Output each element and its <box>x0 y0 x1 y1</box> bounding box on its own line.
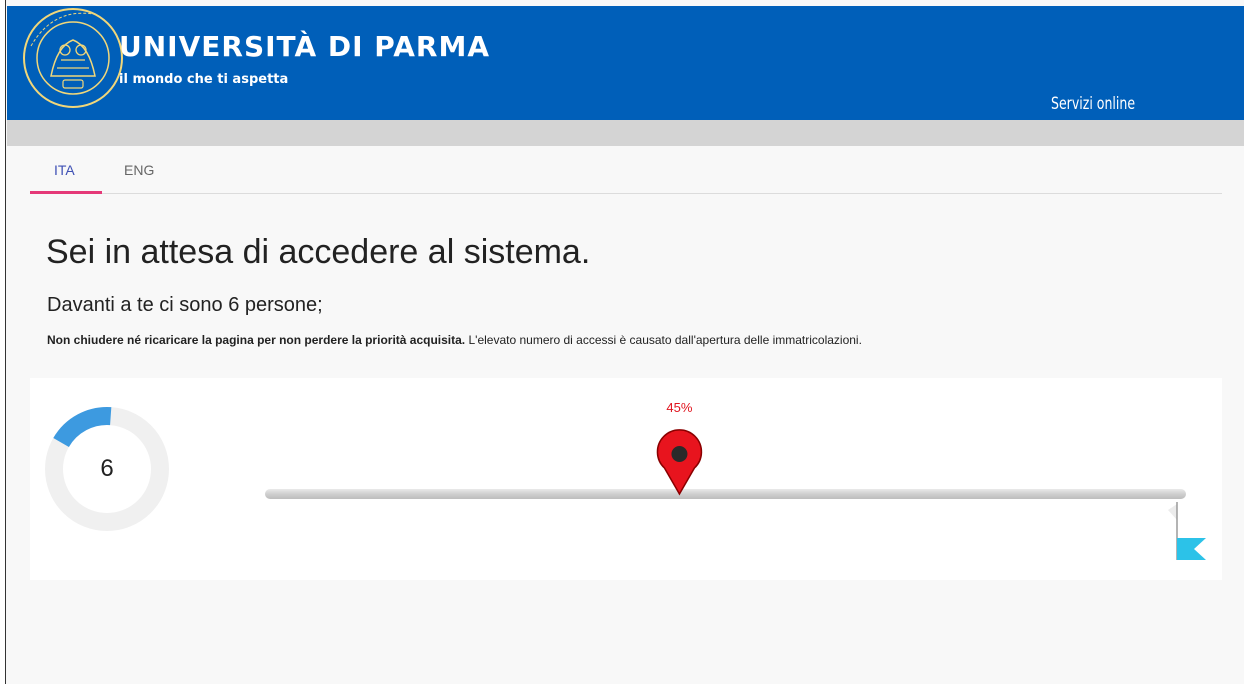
services-online-link[interactable]: Servizi online <box>1051 94 1135 114</box>
tab-eng[interactable]: ENG <box>124 162 154 178</box>
queue-progress-panel: 6 45% <box>30 378 1222 580</box>
warning-rest-text: L'elevato numero di accessi è causato da… <box>465 333 862 347</box>
warning-bold-text: Non chiudere né ricaricare la pagina per… <box>47 333 466 347</box>
queue-position-text: Davanti a te ci sono 6 persone; <box>47 294 323 316</box>
warning-message: Non chiudere né ricaricare la pagina per… <box>47 333 862 347</box>
finish-flag-icon <box>1168 502 1206 560</box>
header-subbar <box>7 120 1244 146</box>
university-name[interactable]: UNIVERSITÀ DI PARMA <box>119 30 490 63</box>
progress-track <box>265 429 1206 560</box>
progress-track-bar <box>265 489 1186 499</box>
window-edge <box>0 0 6 684</box>
map-pin-icon <box>656 429 703 496</box>
tab-ita[interactable]: ITA <box>54 162 75 178</box>
active-tab-indicator <box>30 191 102 194</box>
university-seal-logo <box>23 8 123 108</box>
progress-percent-label: 45% <box>666 400 693 415</box>
university-tagline: il mondo che ti aspetta <box>119 72 289 87</box>
page-title: Sei in attesa di accedere al sistema. <box>46 233 591 271</box>
site-header: UNIVERSITÀ DI PARMA il mondo che ti aspe… <box>7 6 1244 120</box>
page-footer-space <box>7 580 1244 684</box>
language-tabs: ITA ENG <box>30 146 1222 194</box>
